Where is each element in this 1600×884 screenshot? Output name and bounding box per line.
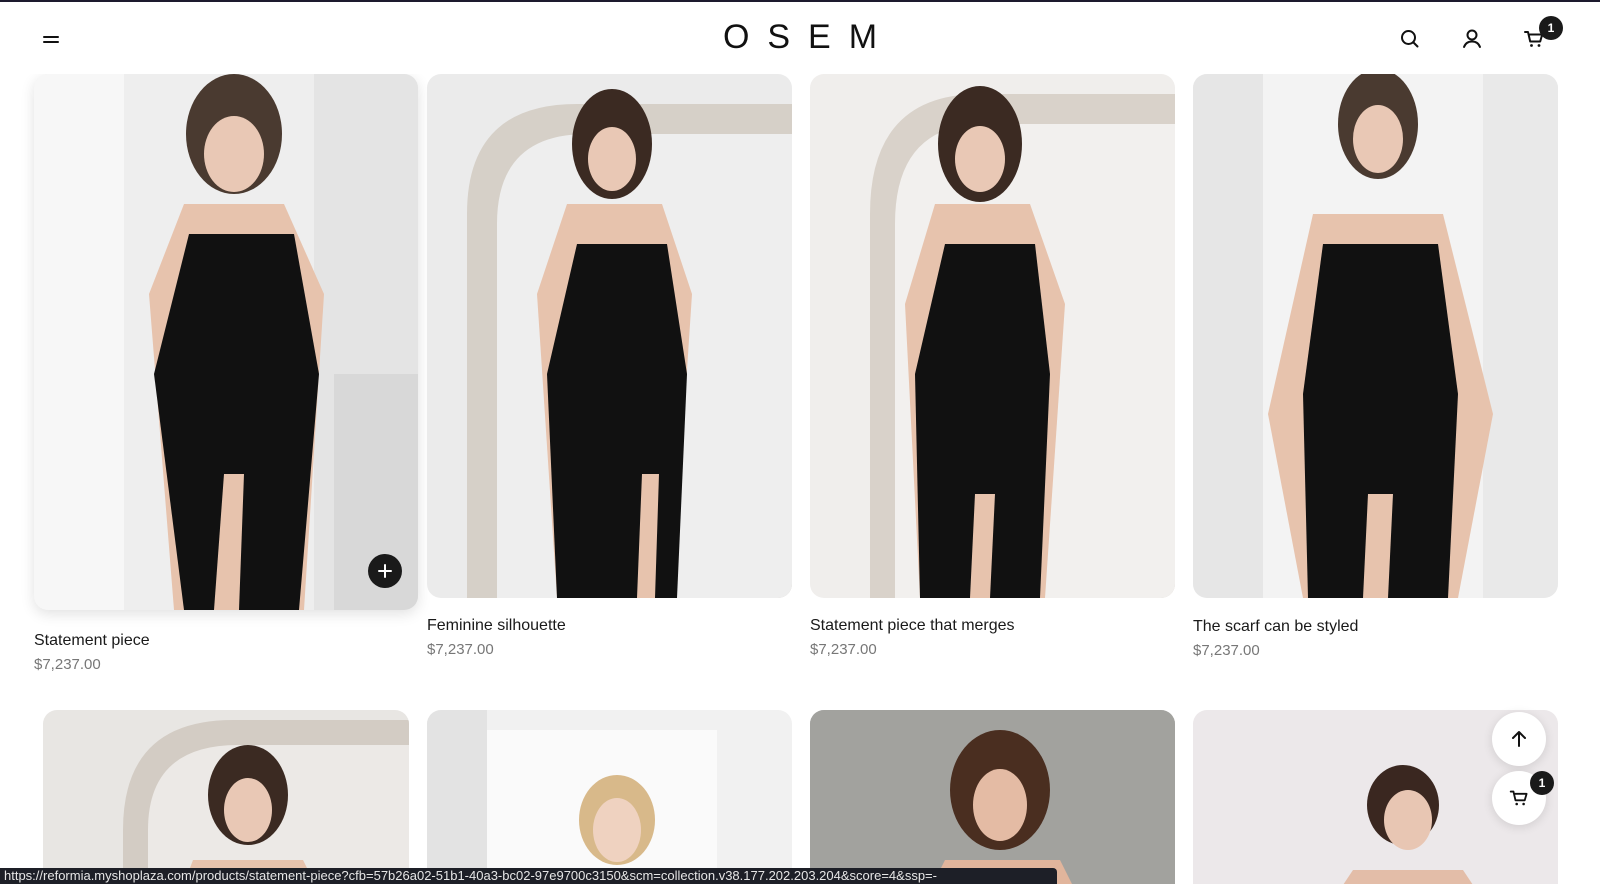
link-status-bar: https://reformia.myshoplaza.com/products… [0, 868, 1057, 884]
arrow-up-icon [1512, 731, 1526, 747]
product-price: $7,237.00 [810, 641, 877, 658]
product-title[interactable]: The scarf can be styled [1193, 618, 1358, 636]
account-icon[interactable] [1459, 26, 1485, 52]
product-image[interactable] [43, 710, 409, 884]
product-image[interactable] [1193, 74, 1558, 598]
floating-cart-badge: 1 [1530, 771, 1554, 795]
site-header: OSEM 1 [0, 2, 1600, 74]
cart-count-badge: 1 [1539, 16, 1563, 40]
product-image[interactable] [810, 74, 1175, 598]
search-icon[interactable] [1397, 26, 1423, 52]
product-image[interactable] [427, 710, 792, 884]
cart-icon [1509, 790, 1528, 806]
quick-add-button[interactable] [368, 554, 402, 588]
product-price: $7,237.00 [34, 656, 101, 673]
product-title[interactable]: Statement piece [34, 632, 150, 650]
brand-logo[interactable]: OSEM [0, 18, 1600, 57]
product-image[interactable] [34, 74, 418, 610]
product-price: $7,237.00 [1193, 642, 1260, 659]
product-image[interactable] [810, 710, 1175, 884]
product-title[interactable]: Feminine silhouette [427, 617, 566, 635]
menu-icon[interactable] [40, 28, 64, 52]
product-title[interactable]: Statement piece that merges [810, 617, 1015, 635]
product-price: $7,237.00 [427, 641, 494, 658]
product-image[interactable] [427, 74, 792, 598]
scroll-to-top-button[interactable] [1492, 712, 1546, 766]
